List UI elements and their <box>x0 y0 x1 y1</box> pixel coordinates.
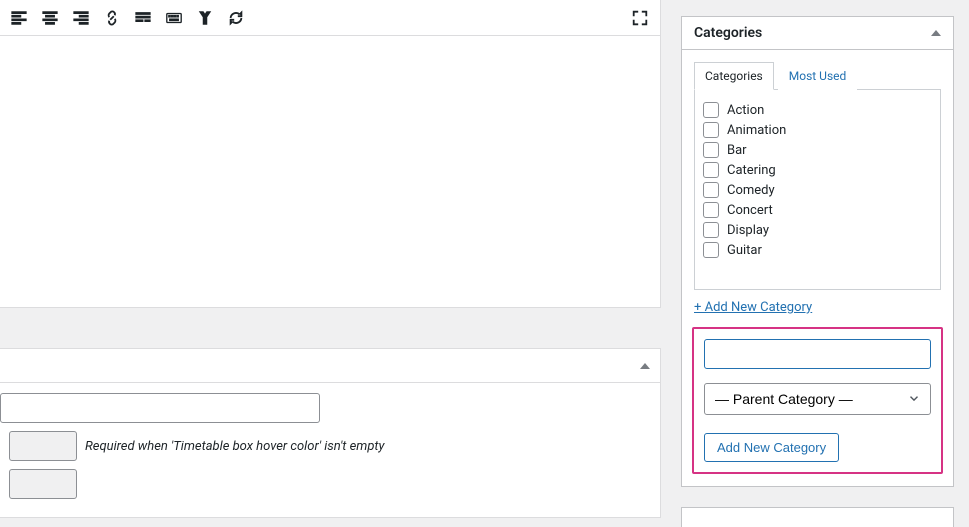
editor-toolbar <box>0 0 660 36</box>
category-label: Comedy <box>727 183 775 198</box>
add-new-category-link[interactable]: + Add New Category <box>694 300 812 315</box>
category-checkbox[interactable] <box>703 102 719 118</box>
more-icon[interactable] <box>128 3 158 33</box>
meta-color-input-1[interactable] <box>9 431 77 461</box>
category-label: Bar <box>727 143 747 158</box>
category-list: Action Animation Bar Catering Comedy Con… <box>694 90 941 290</box>
category-label: Action <box>727 103 764 118</box>
collapse-icon <box>640 363 650 369</box>
link-icon[interactable] <box>97 3 127 33</box>
categories-panel: Categories Categories Most Used Action A… <box>681 16 954 487</box>
align-right-icon[interactable] <box>66 3 96 33</box>
align-left-icon[interactable] <box>4 3 34 33</box>
category-item: Guitar <box>703 240 932 260</box>
category-item: Action <box>703 100 932 120</box>
editor-box <box>0 0 661 308</box>
meta-box: Required when 'Timetable box hover color… <box>0 348 661 518</box>
add-new-category-button[interactable]: Add New Category <box>704 433 839 462</box>
category-label: Concert <box>727 203 773 218</box>
add-category-form: — Parent Category — Add New Category <box>692 327 943 474</box>
category-tabs: Categories Most Used <box>694 62 941 90</box>
new-category-input[interactable] <box>704 339 931 369</box>
fontawesome-icon[interactable] <box>190 3 220 33</box>
category-checkbox[interactable] <box>703 222 719 238</box>
category-item: Bar <box>703 140 932 160</box>
editor-content-area[interactable] <box>0 36 660 307</box>
categories-panel-title: Categories <box>694 25 762 41</box>
categories-panel-header[interactable]: Categories <box>682 17 953 50</box>
category-item: Display <box>703 220 932 240</box>
category-item: Catering <box>703 160 932 180</box>
category-checkbox[interactable] <box>703 142 719 158</box>
meta-color-input-2[interactable] <box>9 469 77 499</box>
category-label: Display <box>727 223 769 238</box>
parent-category-select[interactable]: — Parent Category — <box>704 383 931 415</box>
fullscreen-icon[interactable] <box>625 3 655 33</box>
category-checkbox[interactable] <box>703 202 719 218</box>
meta-hint-text: Required when 'Timetable box hover color… <box>85 439 385 454</box>
category-checkbox[interactable] <box>703 182 719 198</box>
category-label: Guitar <box>727 243 762 258</box>
category-checkbox[interactable] <box>703 242 719 258</box>
category-item: Concert <box>703 200 932 220</box>
category-item: Animation <box>703 120 932 140</box>
keyboard-icon[interactable] <box>159 3 189 33</box>
post-attributes-panel[interactable] <box>681 507 954 527</box>
tab-most-used[interactable]: Most Used <box>778 62 858 90</box>
meta-box-header[interactable] <box>0 349 660 383</box>
meta-text-input[interactable] <box>0 393 320 423</box>
category-label: Catering <box>727 163 776 178</box>
collapse-icon <box>931 30 941 36</box>
refresh-icon[interactable] <box>221 3 251 33</box>
category-checkbox[interactable] <box>703 162 719 178</box>
align-center-icon[interactable] <box>35 3 65 33</box>
tab-categories[interactable]: Categories <box>694 62 774 90</box>
category-label: Animation <box>727 123 786 138</box>
category-checkbox[interactable] <box>703 122 719 138</box>
category-item: Comedy <box>703 180 932 200</box>
